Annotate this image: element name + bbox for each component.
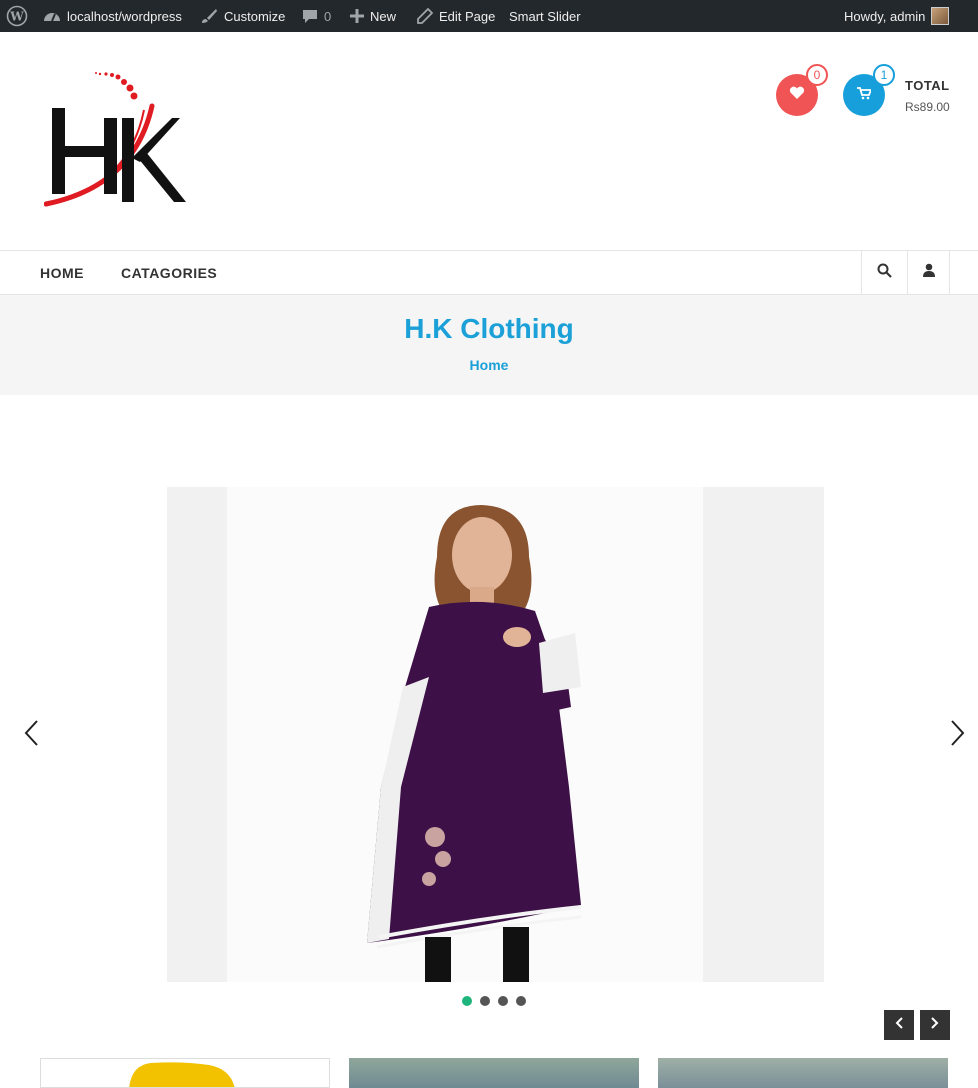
slider-dot-1[interactable] [462, 996, 472, 1006]
smart-slider-label: Smart Slider [509, 8, 581, 24]
wishlist-button[interactable]: 0 [776, 64, 828, 116]
wishlist-count-badge: 0 [806, 64, 828, 86]
cart-button[interactable]: 1 [843, 64, 895, 116]
search-button[interactable] [861, 251, 907, 294]
breadcrumb-home-link[interactable]: Home [0, 357, 978, 373]
smart-slider-link[interactable]: Smart Slider [509, 0, 581, 32]
chevron-right-icon [950, 719, 966, 752]
chevron-left-icon [23, 719, 39, 752]
comments-count: 0 [324, 8, 332, 24]
account-button[interactable] [907, 251, 950, 294]
svg-text:W: W [9, 10, 24, 24]
products-prev-button[interactable] [884, 1010, 914, 1040]
chevron-left-icon [895, 1016, 903, 1034]
edit-page-link[interactable]: Edit Page [417, 0, 495, 32]
paintbrush-icon [200, 8, 218, 24]
product-card-2[interactable] [349, 1058, 639, 1088]
pencil-icon [417, 8, 433, 24]
site-name-label: localhost/wordpress [67, 8, 182, 24]
comments-link[interactable]: 0 [302, 0, 331, 32]
comment-bubble-icon [302, 8, 318, 24]
my-account-menu[interactable]: Howdy, admin [844, 0, 950, 32]
product-card-3[interactable] [658, 1058, 948, 1088]
product-card-1[interactable] [40, 1058, 330, 1088]
new-content-link[interactable]: New [350, 0, 396, 32]
site-name-link[interactable]: localhost/wordpress [43, 0, 182, 32]
search-icon [877, 263, 892, 283]
slider-prev-arrow[interactable] [19, 718, 43, 752]
plus-icon [350, 9, 364, 23]
greeting-label: Howdy, admin [844, 8, 926, 24]
slider-dot-2[interactable] [480, 996, 490, 1006]
site-logo[interactable] [43, 66, 194, 216]
nav-item-home[interactable]: HOME [40, 251, 84, 294]
dashboard-icon [43, 8, 61, 24]
nav-item-catagories[interactable]: CATAGORIES [121, 251, 217, 294]
cart-count-badge: 1 [873, 64, 895, 86]
chevron-right-icon [931, 1016, 939, 1034]
avatar [931, 7, 950, 25]
wordpress-menu[interactable]: W [6, 0, 28, 32]
slider-next-arrow[interactable] [946, 718, 970, 752]
admin-bar: W localhost/wordpress Customize 0 New Ed… [0, 0, 978, 32]
edit-page-label: Edit Page [439, 8, 496, 24]
user-icon [922, 263, 935, 282]
customize-label: Customize [224, 8, 286, 24]
cart-icon [857, 87, 873, 103]
cart-total-value: Rs89.00 [905, 100, 950, 114]
slider-dot-4[interactable] [516, 996, 526, 1006]
page-title: H.K Clothing [404, 313, 574, 344]
page-header-banner: H.K Clothing Home [0, 295, 978, 395]
slider-image [167, 487, 824, 982]
slider-dot-3[interactable] [498, 996, 508, 1006]
wordpress-logo-icon: W [6, 5, 28, 27]
customize-link[interactable]: Customize [200, 0, 285, 32]
main-navigation: HOME CATAGORIES [0, 250, 978, 295]
cart-total-label: TOTAL [905, 78, 950, 93]
heart-icon [789, 86, 805, 105]
new-label: New [370, 8, 397, 24]
slider-pagination [462, 996, 526, 1006]
products-next-button[interactable] [920, 1010, 950, 1040]
